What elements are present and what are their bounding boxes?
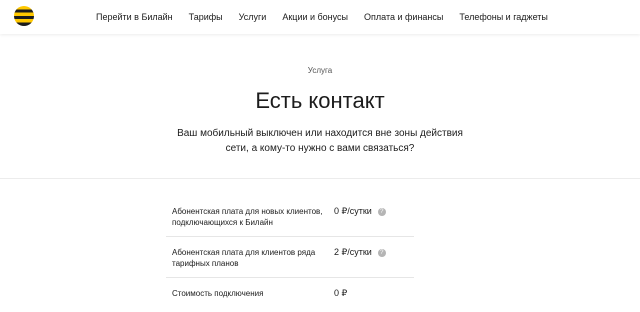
price-table: Абонентская плата для новых клиентов, по… — [166, 196, 414, 307]
price-label: Абонентская плата для клиентов ряда тари… — [172, 248, 316, 268]
price-row-new-clients: Абонентская плата для новых клиентов, по… — [166, 196, 414, 237]
main-nav: Перейти в Билайн Тарифы Услуги Акции и б… — [96, 12, 548, 22]
price-value-wrap: 2 ₽/сутки ? — [334, 247, 386, 258]
divider — [0, 178, 640, 179]
service-eyebrow: Услуга — [307, 66, 333, 75]
price-value: 2 ₽/сутки — [334, 247, 372, 257]
price-value-wrap: 0 ₽/сутки ? — [334, 206, 386, 217]
price-label: Абонентская плата для новых клиентов, по… — [172, 207, 323, 227]
price-value: 0 ₽ — [334, 288, 348, 298]
nav-item-tariffs[interactable]: Тарифы — [189, 12, 223, 22]
page-title: Есть контакт — [255, 88, 385, 113]
nav-item-services[interactable]: Услуги — [239, 12, 267, 22]
header: Перейти в Билайн Тарифы Услуги Акции и б… — [0, 0, 640, 34]
page-subtitle: Ваш мобильный выключен или находится вне… — [177, 128, 463, 154]
question-icon[interactable]: ? — [377, 248, 386, 257]
price-value: 0 ₽/сутки — [334, 206, 372, 216]
nav-item-phones[interactable]: Телефоны и гаджеты — [459, 12, 548, 22]
price-value-wrap: 0 ₽ — [334, 288, 347, 299]
question-icon[interactable]: ? — [377, 207, 386, 216]
price-row-connection: Стоимость подключения 0 ₽ — [166, 278, 414, 307]
nav-item-payment[interactable]: Оплата и финансы — [364, 12, 443, 22]
price-label: Стоимость подключения — [172, 289, 264, 298]
price-row-tariff-plans: Абонентская плата для клиентов ряда тари… — [166, 237, 414, 278]
nav-item-go-to-beeline[interactable]: Перейти в Билайн — [96, 12, 173, 22]
page: Перейти в Билайн Тарифы Услуги Акции и б… — [0, 0, 640, 312]
nav-item-promotions[interactable]: Акции и бонусы — [282, 12, 348, 22]
beeline-logo-icon[interactable] — [14, 6, 34, 26]
